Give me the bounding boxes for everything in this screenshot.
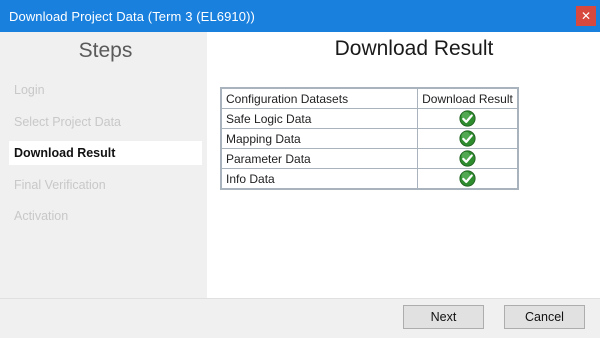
dialog-window: Download Project Data (Term 3 (EL6910)) … [0, 0, 600, 338]
result-cell [417, 128, 519, 149]
next-button[interactable]: Next [403, 305, 484, 329]
check-icon [459, 170, 476, 187]
check-icon [459, 130, 476, 147]
step-final-verification: Final Verification [14, 178, 106, 192]
table-row: Parameter Data [220, 148, 519, 169]
check-icon [459, 110, 476, 127]
table-row: Info Data [220, 168, 519, 190]
cancel-button[interactable]: Cancel [504, 305, 585, 329]
dataset-name: Safe Logic Data [220, 108, 418, 129]
title-bar[interactable]: Download Project Data (Term 3 (EL6910)) … [0, 0, 600, 32]
result-cell [417, 108, 519, 129]
table-header-row: Configuration Datasets Download Result [220, 87, 519, 109]
footer-bar: Next Cancel [0, 298, 600, 338]
step-activation: Activation [14, 209, 69, 223]
dataset-name: Info Data [220, 168, 418, 190]
step-login: Login [14, 83, 45, 97]
steps-panel: Steps Login Select Project Data Download… [5, 32, 206, 298]
dataset-name: Parameter Data [220, 148, 418, 169]
step-select-project-data: Select Project Data [14, 115, 121, 129]
window-title: Download Project Data (Term 3 (EL6910)) [9, 9, 255, 24]
results-table: Configuration Datasets Download Result S… [220, 87, 519, 190]
dataset-name: Mapping Data [220, 128, 418, 149]
check-icon [459, 150, 476, 167]
step-download-result: Download Result [9, 141, 202, 165]
content-panel: Download Result Configuration Datasets D… [207, 32, 600, 298]
steps-heading: Steps [78, 39, 133, 62]
column-header-result: Download Result [417, 87, 519, 109]
page-title: Download Result [334, 37, 494, 60]
result-cell [417, 168, 519, 190]
table-row: Safe Logic Data [220, 108, 519, 129]
result-cell [417, 148, 519, 169]
column-header-datasets: Configuration Datasets [220, 87, 418, 109]
close-icon[interactable]: ✕ [576, 6, 596, 26]
table-row: Mapping Data [220, 128, 519, 149]
